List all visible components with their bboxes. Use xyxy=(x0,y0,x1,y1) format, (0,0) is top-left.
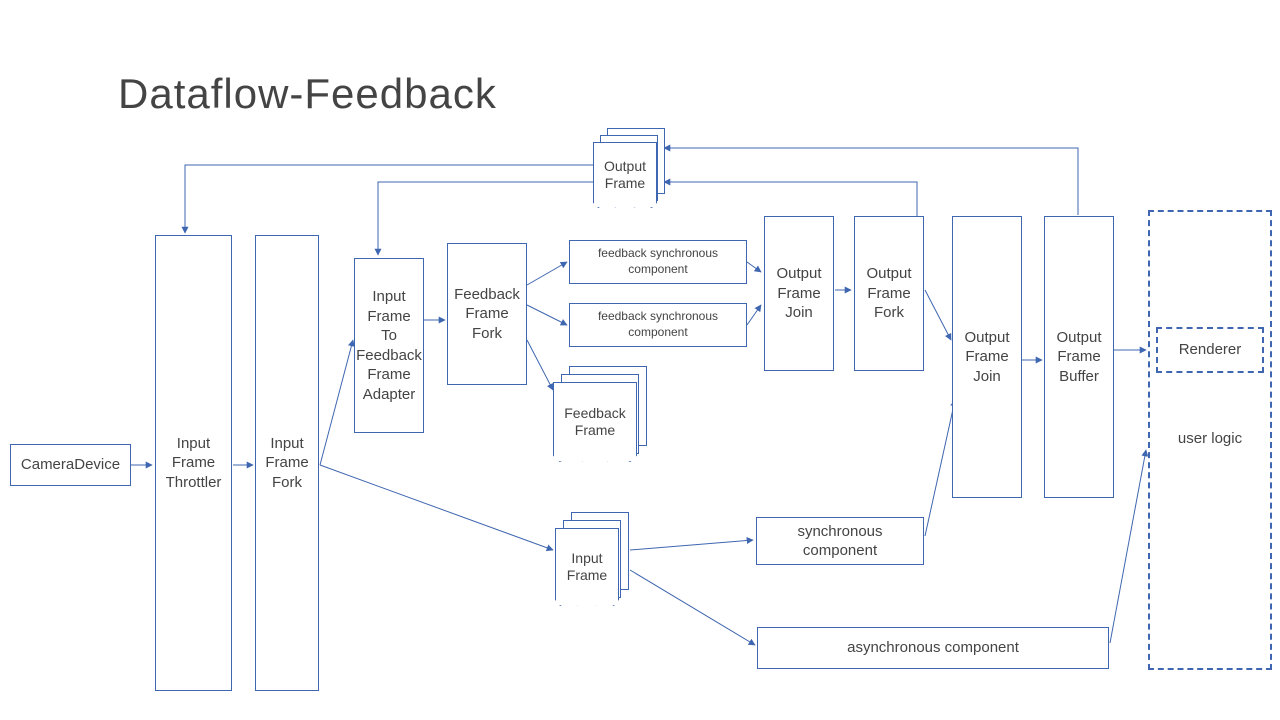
node-input-to-feedback-adapter: Input Frame To Feedback Frame Adapter xyxy=(354,258,424,433)
node-input-frame-fork: Input Frame Fork xyxy=(255,235,319,691)
node-camera-device: CameraDevice xyxy=(10,444,131,486)
node-async-component: asynchronous component xyxy=(757,627,1109,669)
node-output-frame-buffer: Output Frame Buffer xyxy=(1044,216,1114,498)
diagram-title: Dataflow-Feedback xyxy=(118,70,497,118)
doc-input-frame: Input Frame xyxy=(555,528,619,606)
label-user-logic: user logic xyxy=(1156,430,1264,447)
node-input-frame-throttler: Input Frame Throttler xyxy=(155,235,232,691)
doc-output-frame: Output Frame xyxy=(593,142,657,208)
node-feedback-sync-1: feedback synchronous component xyxy=(569,240,747,284)
doc-feedback-frame: Feedback Frame xyxy=(553,382,637,462)
node-sync-component: synchronous component xyxy=(756,517,924,565)
node-output-frame-fork: Output Frame Fork xyxy=(854,216,924,371)
node-output-frame-join-1: Output Frame Join xyxy=(764,216,834,371)
node-feedback-sync-2: feedback synchronous component xyxy=(569,303,747,347)
node-renderer: Renderer xyxy=(1156,327,1264,373)
node-feedback-frame-fork: Feedback Frame Fork xyxy=(447,243,527,385)
node-output-frame-join-2: Output Frame Join xyxy=(952,216,1022,498)
